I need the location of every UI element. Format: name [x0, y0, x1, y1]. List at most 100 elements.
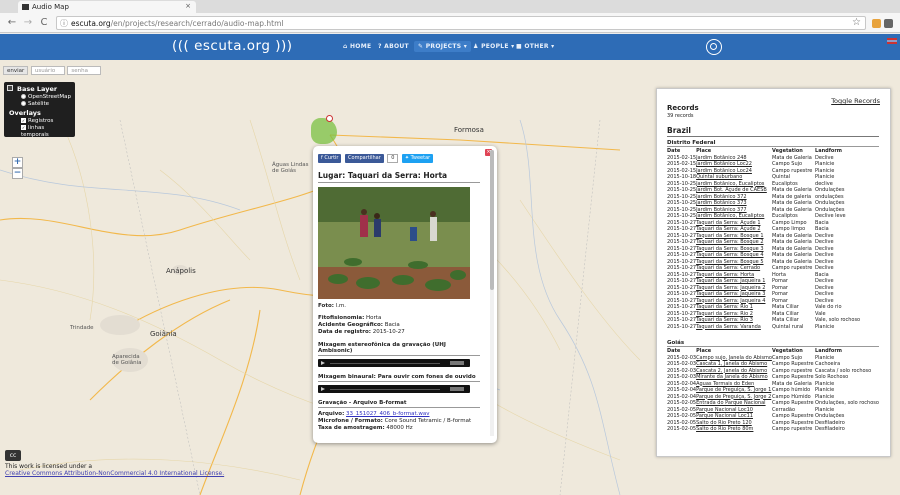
region-heading: Goiás: [667, 340, 879, 347]
place-link[interactable]: Taquari da Serra: Bosque 4: [696, 252, 772, 259]
table-cell: 2015-02-05: [667, 400, 697, 406]
overlay-option-registros[interactable]: ✓ Registros: [21, 118, 72, 125]
radio-icon[interactable]: [21, 94, 26, 99]
bookmark-star-icon[interactable]: ☆: [852, 17, 861, 28]
search-icon[interactable]: [706, 39, 722, 55]
table-cell: 2015-10-25: [667, 200, 697, 206]
table-cell: 2015-10-27: [667, 291, 697, 297]
radio-icon[interactable]: [21, 101, 26, 106]
cc-license-icon[interactable]: cc: [5, 450, 21, 461]
bformat-heading: Gravação - Arquivo B-format: [318, 400, 480, 408]
records-title: Records: [667, 104, 699, 112]
base-option-osm[interactable]: OpenStreetMap: [21, 94, 72, 101]
toggle-records-link[interactable]: Toggle Records: [831, 97, 880, 105]
field-label: Fitofisionomia:: [318, 315, 365, 321]
place-link[interactable]: Taquari da Serra: Varanda: [696, 324, 772, 331]
file-download-link[interactable]: 33_151027_406_b-format.wav: [346, 411, 429, 417]
table-cell: Ondulações, solo rochoso: [815, 400, 879, 406]
site-info-icon[interactable]: ⓘ: [60, 18, 68, 29]
tab-title: Audio Map: [32, 3, 69, 11]
base-option-satellite[interactable]: Satélite: [21, 101, 72, 108]
field-value: Core Sound Tetramic / B-format: [384, 418, 472, 424]
address-bar[interactable]: ⓘ escuta.org/en/projects/research/cerrad…: [56, 16, 866, 30]
place-title: Lugar: Taquari da Serra: Horta: [318, 171, 480, 183]
table-cell: 2015-10-25: [667, 213, 697, 219]
base-option-label: Satélite: [28, 101, 49, 107]
table-cell: Campo Rupestre: [772, 374, 814, 380]
checkbox-icon[interactable]: ✓: [21, 118, 26, 123]
place-link[interactable]: Salto do Rio Preto 80m: [696, 426, 772, 433]
place-link[interactable]: Jardim Botânico, Eucaliptos: [696, 213, 772, 220]
place-link[interactable]: Cascata 1, Janela do Abismo: [696, 361, 772, 368]
facebook-share-button[interactable]: Compartilhar: [345, 154, 384, 163]
tab-close-icon[interactable]: ×: [185, 2, 191, 10]
browser-tab[interactable]: Audio Map ×: [18, 1, 196, 13]
table-cell: 2015-02-04: [667, 387, 697, 393]
browser-tabbar: Audio Map ×: [0, 0, 900, 13]
field-value: l.m.: [335, 303, 347, 309]
username-field[interactable]: usuário: [30, 66, 65, 75]
site-navbar: ((( escuta.org ))) ⌂ HOME ? ABOUT ✎ PROJ…: [0, 34, 900, 60]
zoom-in-button[interactable]: +: [12, 157, 23, 168]
table-cell: 2015-10-27: [667, 239, 697, 245]
file-field: Arquivo: 33_151027_406_b-format.wav: [318, 411, 480, 418]
stereo-audio-player[interactable]: [318, 359, 470, 367]
checkbox-icon[interactable]: ✓: [21, 125, 26, 130]
place-link[interactable]: Taquari da Serra: Jaqueira 3: [696, 291, 772, 298]
table-cell: Mata de Galeria: [772, 200, 812, 206]
site-brand[interactable]: ((( escuta.org ))): [172, 38, 293, 54]
nav-home[interactable]: ⌂ HOME: [343, 43, 371, 50]
map-marker-icon[interactable]: [326, 115, 333, 122]
tweet-button[interactable]: ✦ Tweetar: [401, 154, 434, 163]
send-button[interactable]: enviar: [3, 66, 29, 75]
nav-about[interactable]: ? ABOUT: [378, 43, 409, 50]
place-link[interactable]: Mirante da Janela do Abismo: [696, 374, 772, 381]
table-cell: 2015-10-27: [667, 317, 697, 323]
nav-other[interactable]: ■ OTHER ▾: [516, 43, 555, 50]
table-cell: 2015-10-27: [667, 304, 697, 310]
reload-icon[interactable]: C: [38, 17, 50, 28]
language-flag-icon[interactable]: [887, 38, 897, 44]
binaural-audio-player[interactable]: [318, 385, 470, 393]
field-value: 48000 Hz: [386, 425, 413, 431]
nav-people[interactable]: ♟ PEOPLE ▾: [473, 43, 514, 50]
menu-icon[interactable]: [884, 19, 893, 28]
password-field[interactable]: senha: [67, 66, 102, 75]
field-label: Taxa de amostragem:: [318, 425, 385, 431]
table-cell: Mata de Galeria: [772, 239, 812, 245]
facebook-like-button[interactable]: f Curtir: [318, 154, 342, 163]
place-link[interactable]: Jardim Bot. Açude de CAESB: [696, 187, 772, 194]
share-buttons: f Curtir Compartilhar 0 ✦ Tweetar: [318, 154, 434, 163]
place-link[interactable]: Parque de Preguiça, S. Jorge 1: [696, 387, 772, 394]
field-label: Data de registro:: [318, 329, 371, 335]
extension-icon[interactable]: [872, 19, 881, 28]
overlay-option-label: Registros: [28, 118, 54, 124]
field-label: Microfone / Formato:: [318, 418, 383, 424]
microphone-field: Microfone / Formato: Core Sound Tetramic…: [318, 418, 480, 425]
place-link[interactable]: Entrada do Parque Nacional: [696, 400, 772, 407]
table-cell: 2015-02-03: [667, 361, 697, 367]
table-cell: Quintal rural: [772, 323, 804, 330]
popup-scrollbar[interactable]: [490, 150, 494, 436]
place-photo[interactable]: [318, 187, 470, 299]
binaural-heading: Mixagem binaural: Para ouvir com fones d…: [318, 374, 480, 382]
place-popup: × f Curtir Compartilhar 0 ✦ Tweetar Luga…: [313, 146, 497, 443]
table-cell: 2015-10-27: [667, 265, 697, 271]
table-cell: 2015-10-27: [667, 252, 697, 258]
place-link[interactable]: Taquari da Serra: Açude 2: [696, 226, 772, 233]
back-icon[interactable]: ←: [6, 17, 18, 28]
overlay-option-linhas[interactable]: ✓ linhas temporais: [21, 125, 72, 138]
nav-projects[interactable]: ✎ PROJECTS ▾: [414, 41, 472, 52]
table-cell: 2015-10-27: [667, 278, 697, 284]
table-cell: Campo rupestre: [772, 426, 813, 432]
forward-icon[interactable]: →: [22, 17, 34, 28]
table-row: 2015-10-27 Taquari da Serra: Varanda Quint…: [667, 324, 882, 331]
place-link[interactable]: Taquari da Serra: Bosque 2: [696, 239, 772, 246]
photo-image: [318, 187, 470, 299]
table-cell: 2015-10-25: [667, 187, 697, 193]
place-link[interactable]: Taquari da Serra: Jaqueira 1: [696, 278, 772, 285]
license-link[interactable]: Creative Commons Attribution-NonCommerci…: [5, 470, 224, 477]
zoom-out-button[interactable]: −: [12, 168, 23, 179]
recording-area-shape[interactable]: [311, 118, 337, 144]
field-label: Acidente Geográfico:: [318, 322, 383, 328]
